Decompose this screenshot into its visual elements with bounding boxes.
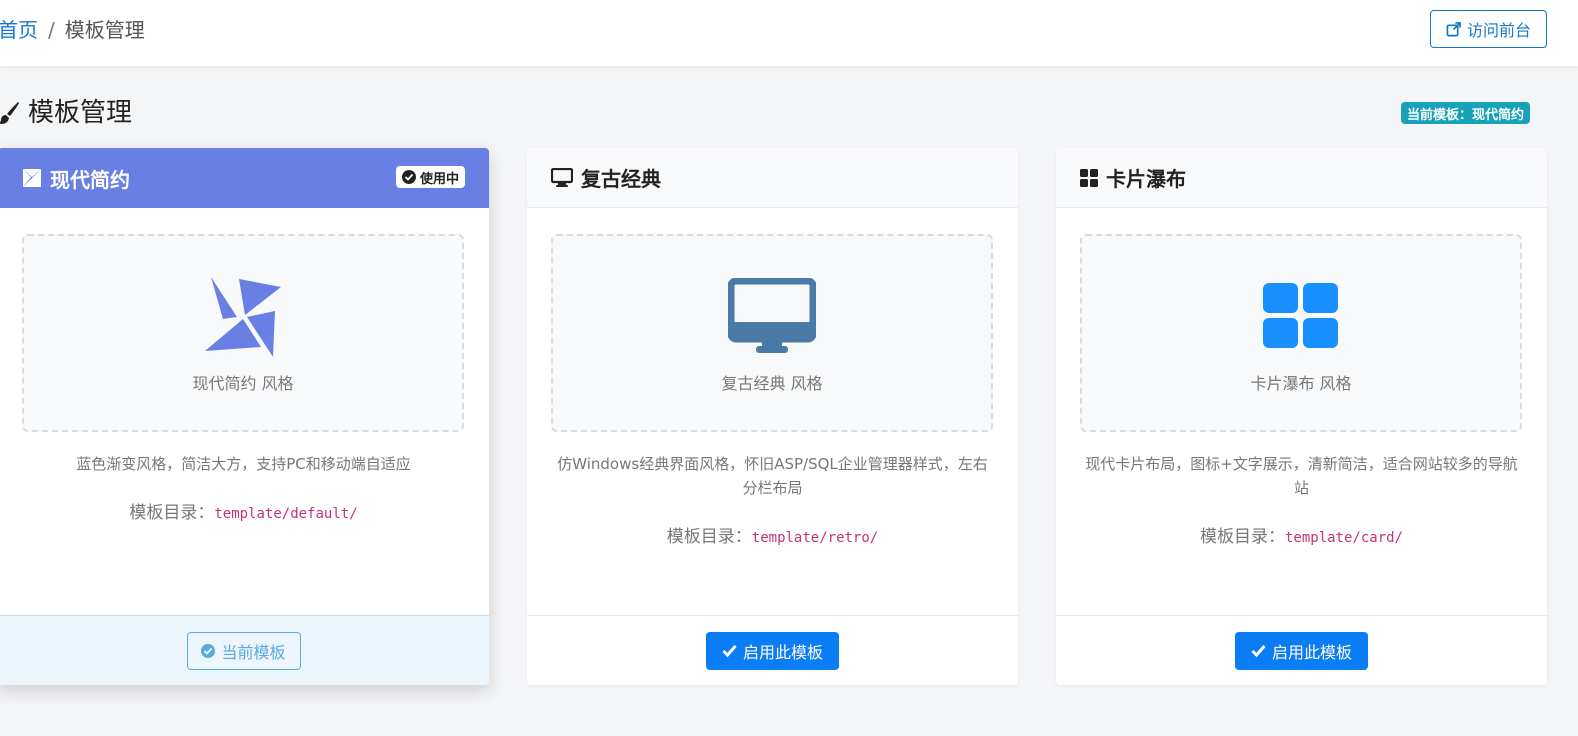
breadcrumb-current: 模板管理 xyxy=(64,18,145,42)
enable-template-button[interactable]: 启用此模板 xyxy=(706,631,839,670)
current-template-button[interactable]: 当前模板 xyxy=(186,631,301,670)
card-header: 现代简约 使用中 xyxy=(0,148,489,208)
pinwheel-icon xyxy=(23,169,41,187)
desktop-icon xyxy=(727,274,817,358)
template-description: 蓝色渐变风格，简洁大方，支持PC和移动端自适应 xyxy=(76,455,411,473)
card-footer: 当前模板 xyxy=(0,615,489,685)
style-label: 复古经典 风格 xyxy=(721,374,823,393)
template-name: 卡片瀑布 xyxy=(1106,167,1186,191)
in-use-badge: 使用中 xyxy=(395,166,465,188)
template-card-modern: 现代简约 使用中 现代简约 风格 蓝色渐变风格，简洁大方，支持PC和移动端自适应… xyxy=(0,148,489,685)
style-label: 卡片瀑布 风格 xyxy=(1250,374,1352,393)
template-description: 现代卡片布局，图标+文字展示，清新简洁，适合网站较多的导航站 xyxy=(1085,455,1518,497)
directory-path: template/retro/ xyxy=(751,530,879,546)
template-name: 复古经典 xyxy=(581,167,661,191)
directory-label: 模板目录： xyxy=(666,527,752,547)
check-circle-icon xyxy=(201,643,216,658)
page-title-text: 模板管理 xyxy=(28,98,133,128)
template-preview: 复古经典 风格 xyxy=(551,234,993,432)
template-card-retro: 复古经典 复古经典 风格 仿Windows经典界面风格，怀旧ASP/SQL企业管… xyxy=(527,148,1018,685)
visit-frontend-button[interactable]: 访问前台 xyxy=(1430,10,1547,48)
check-circle-icon xyxy=(401,170,416,184)
template-preview: 卡片瀑布 风格 xyxy=(1080,234,1522,432)
template-card-card: 卡片瀑布 卡片瀑布 风格 现代卡片布局，图标+文字展示，清新简洁，适合网站较多的… xyxy=(1056,148,1547,685)
check-icon xyxy=(1251,645,1266,657)
directory-label: 模板目录： xyxy=(129,503,215,523)
card-footer: 启用此模板 xyxy=(527,615,1018,685)
template-directory: 模板目录：template/default/ xyxy=(0,498,489,523)
card-footer: 启用此模板 xyxy=(1056,615,1547,685)
paint-brush-icon xyxy=(0,102,19,124)
in-use-label: 使用中 xyxy=(419,171,459,187)
directory-path: template/default/ xyxy=(214,506,358,522)
breadcrumb-separator: / xyxy=(48,18,55,42)
button-label: 当前模板 xyxy=(221,642,286,662)
button-label: 启用此模板 xyxy=(742,642,823,662)
template-directory: 模板目录：template/card/ xyxy=(1056,522,1547,547)
card-header: 复古经典 xyxy=(527,148,1018,208)
template-directory: 模板目录：template/retro/ xyxy=(527,522,1018,547)
template-preview: 现代简约 风格 xyxy=(22,234,464,432)
directory-path: template/card/ xyxy=(1284,530,1403,546)
external-link-icon xyxy=(1446,21,1461,36)
style-label: 现代简约 风格 xyxy=(192,374,294,393)
desktop-icon xyxy=(551,167,573,187)
directory-label: 模板目录： xyxy=(1199,527,1285,547)
template-name: 现代简约 xyxy=(50,167,130,192)
current-template-badge: 当前模板：现代简约 xyxy=(1401,102,1531,124)
template-description: 仿Windows经典界面风格，怀旧ASP/SQL企业管理器样式，左右分栏布局 xyxy=(557,455,988,497)
page-title: 模板管理 xyxy=(0,96,132,130)
check-icon xyxy=(722,645,737,657)
enable-template-button[interactable]: 启用此模板 xyxy=(1235,631,1368,670)
breadcrumb-home-link[interactable]: 首页 xyxy=(0,17,38,43)
visit-frontend-label: 访问前台 xyxy=(1466,21,1531,40)
pinwheel-icon xyxy=(198,274,288,358)
grid-icon xyxy=(1080,168,1098,187)
breadcrumb: 首页 / 模板管理 xyxy=(0,17,145,43)
card-header: 卡片瀑布 xyxy=(1056,148,1547,208)
top-bar: 首页 / 模板管理 访问前台 xyxy=(0,0,1578,66)
grid-icon xyxy=(1256,274,1346,358)
button-label: 启用此模板 xyxy=(1271,642,1352,662)
